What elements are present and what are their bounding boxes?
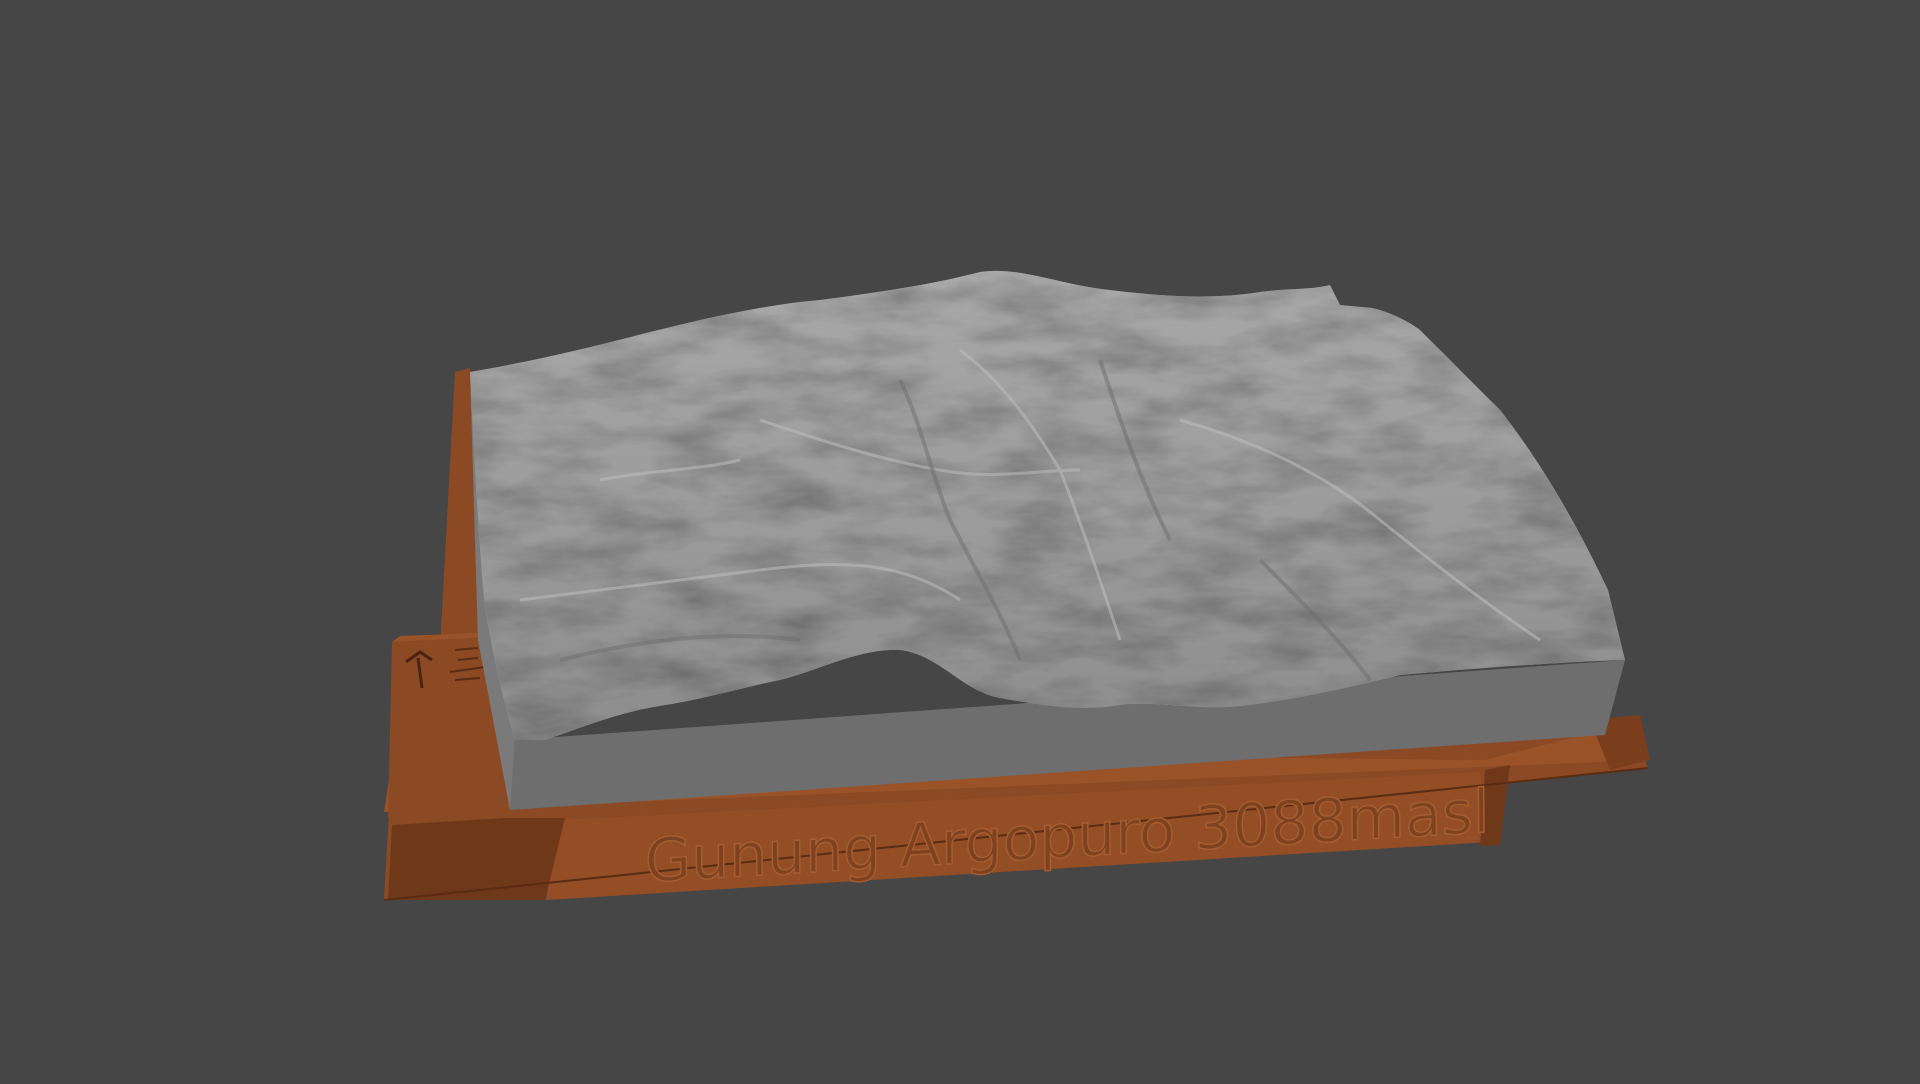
render-viewport: Gunung Argopuro 3088masl <box>0 0 1920 1080</box>
terrain-block <box>470 270 1625 810</box>
terrain-model-render: Gunung Argopuro 3088masl <box>383 270 1650 901</box>
terrain-surface <box>470 270 1625 740</box>
base-left-wedge <box>388 818 565 900</box>
